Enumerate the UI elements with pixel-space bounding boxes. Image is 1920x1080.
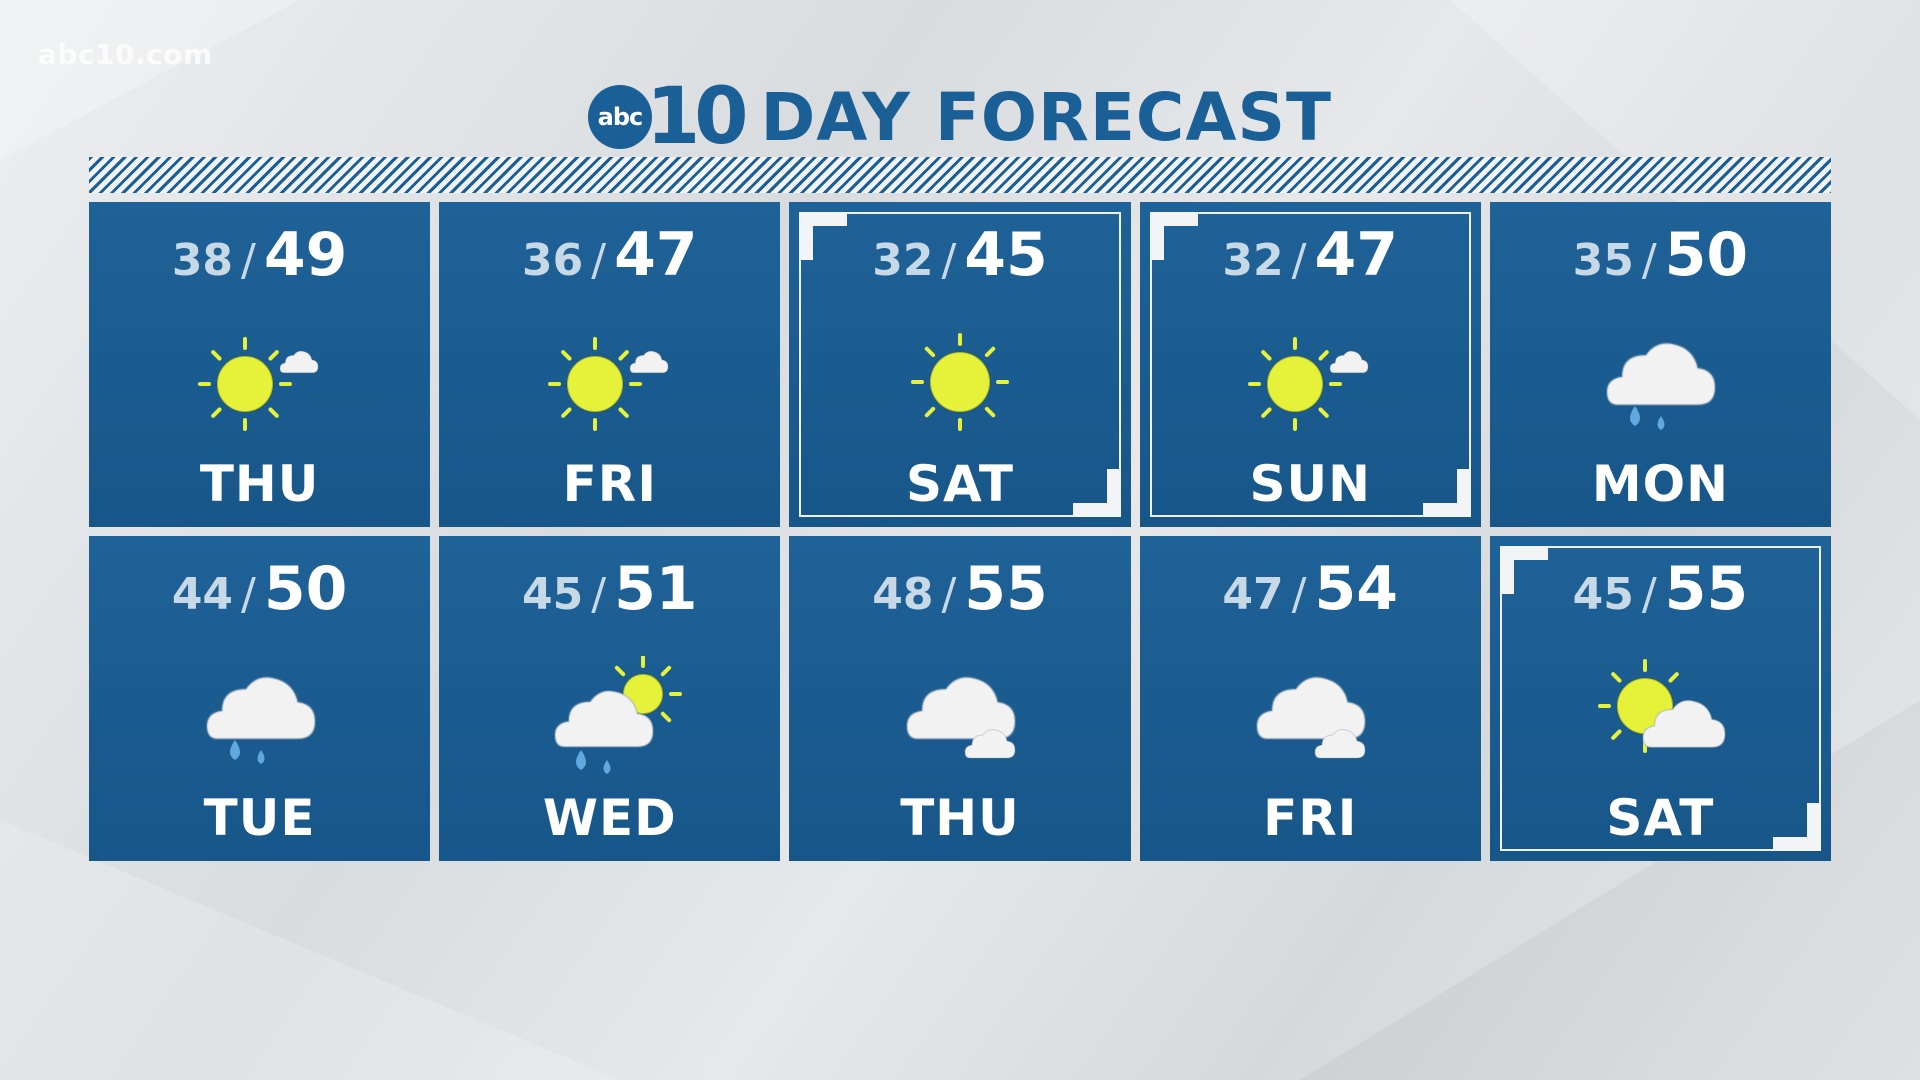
- low-temp: 44: [171, 569, 234, 620]
- forecast-tile-weekend: 45/55 SAT: [1489, 536, 1831, 861]
- forecast-tile: 48/55 THU: [789, 536, 1131, 861]
- high-temp: 55: [1664, 554, 1749, 624]
- temp-separator: /: [241, 569, 256, 620]
- sunny-icon: [885, 322, 1035, 442]
- rain-drops: [575, 750, 611, 774]
- low-temp: 48: [872, 569, 934, 620]
- cloud-shape: [629, 350, 669, 374]
- high-temp: 50: [263, 554, 348, 624]
- forecast-tile: 35/50 MON: [1489, 202, 1831, 527]
- forecast-tile: 36/47 FRI: [439, 202, 781, 527]
- low-temp: 45: [522, 569, 584, 620]
- cloud-shape: [905, 676, 1017, 740]
- sun-small-cloud-icon: [185, 322, 335, 442]
- temp-separator: /: [591, 235, 607, 286]
- temp-separator: /: [941, 569, 957, 620]
- cloudy-icon: [885, 656, 1035, 776]
- low-temp: 38: [171, 235, 234, 286]
- temps: 32/47: [1140, 220, 1481, 290]
- low-temp: 32: [872, 235, 934, 286]
- forecast-tile-weekend: 32/45 SAT: [789, 202, 1131, 527]
- temps: 32/45: [789, 220, 1130, 290]
- cloudy-icon: [1235, 656, 1385, 776]
- rain-drops: [1630, 406, 1665, 430]
- cloud-shape: [279, 350, 318, 374]
- day-label: MON: [1591, 455, 1729, 513]
- temp-separator: /: [1291, 569, 1307, 620]
- high-temp: 54: [1314, 554, 1398, 624]
- temps: 45/51: [439, 554, 780, 624]
- logo-circle: abc: [587, 85, 652, 149]
- header-stripe-divider: [89, 157, 1831, 193]
- header: abc 10 DAY FORECAST: [0, 72, 1920, 162]
- high-temp: 51: [614, 554, 698, 624]
- day-label: THU: [900, 789, 1020, 847]
- day-label: THU: [199, 455, 320, 513]
- temps: 45/55: [1490, 554, 1831, 624]
- cloud-rain-icon: [185, 656, 335, 776]
- high-temp: 47: [614, 220, 698, 290]
- sun-shape: [1248, 337, 1343, 431]
- forecast-tile: 47/54 FRI: [1139, 536, 1481, 861]
- high-temp: 50: [1664, 220, 1749, 290]
- partly-cloudy-icon: [1585, 656, 1735, 776]
- temp-separator: /: [591, 569, 607, 620]
- forecast-tile-weekend: 32/47 SUN: [1139, 202, 1481, 527]
- sun-small-cloud-icon: [535, 322, 685, 442]
- cloud-shape: [205, 676, 316, 740]
- day-label: SAT: [906, 455, 1014, 513]
- temps: 48/55: [789, 554, 1130, 624]
- temps: 38/49: [89, 220, 430, 290]
- forecast-tile: 44/50 TUE: [89, 536, 431, 861]
- high-temp: 55: [964, 554, 1048, 624]
- logo-number: 10: [645, 72, 749, 162]
- sun-shape: [910, 333, 1009, 431]
- forecast-tile: 38/49 THU: [89, 202, 431, 527]
- high-temp: 47: [1314, 220, 1398, 290]
- sun-cloud-rain-icon: [535, 656, 685, 776]
- cloud-shape: [1256, 676, 1367, 740]
- sun-small-cloud-icon: [1235, 322, 1385, 442]
- cloud-shape: [1606, 342, 1717, 406]
- low-temp: 45: [1572, 569, 1634, 620]
- day-label: FRI: [562, 455, 657, 513]
- temp-separator: /: [241, 235, 256, 286]
- high-temp: 49: [263, 220, 348, 290]
- temp-separator: /: [1641, 235, 1657, 286]
- temps: 35/50: [1490, 220, 1831, 290]
- day-label: FRI: [1263, 789, 1358, 847]
- temp-separator: /: [941, 235, 957, 286]
- high-temp: 45: [964, 220, 1048, 290]
- forecast-tile: 45/51 WED: [439, 536, 781, 861]
- low-temp: 36: [522, 235, 584, 286]
- abc10-logo: abc 10: [587, 72, 749, 162]
- low-temp: 35: [1572, 235, 1634, 286]
- temp-separator: /: [1291, 235, 1307, 286]
- temps: 47/54: [1140, 554, 1481, 624]
- day-label: TUE: [203, 789, 316, 847]
- forecast-grid: 38/49 THU 36/47 FRI 32/45 SAT 32/47 SUN …: [89, 202, 1831, 861]
- cloud-rain-icon: [1585, 322, 1735, 442]
- temps: 36/47: [439, 220, 780, 290]
- page-title: DAY FORECAST: [760, 78, 1333, 156]
- day-label: WED: [542, 789, 677, 847]
- sun-shape: [197, 337, 292, 431]
- temp-separator: /: [1641, 569, 1657, 620]
- sun-shape: [547, 337, 642, 431]
- temps: 44/50: [89, 554, 430, 624]
- low-temp: 47: [1222, 569, 1284, 620]
- day-label: SUN: [1249, 455, 1371, 513]
- rain-drops: [229, 740, 265, 764]
- day-label: SAT: [1606, 789, 1715, 847]
- low-temp: 32: [1222, 235, 1284, 286]
- cloud-shape: [1329, 350, 1369, 374]
- watermark: abc10.com: [38, 38, 213, 71]
